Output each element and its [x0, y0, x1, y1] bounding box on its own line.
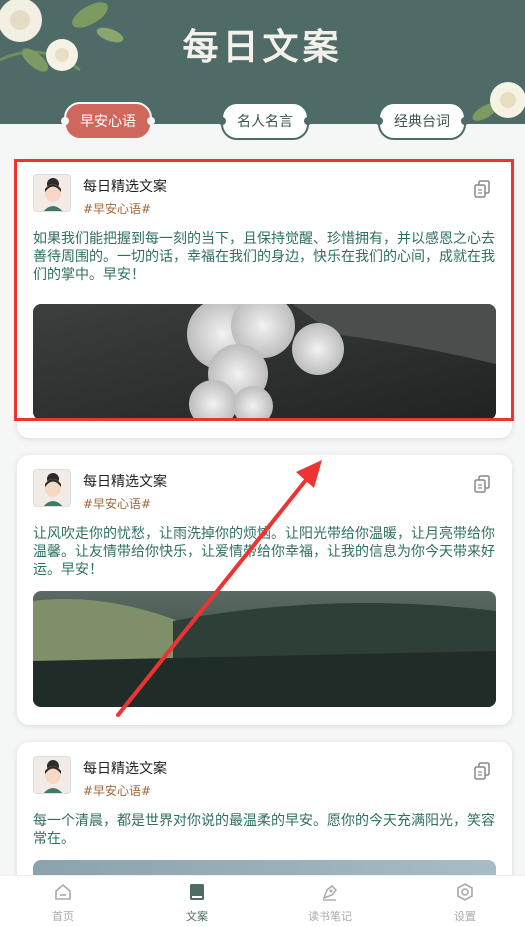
tab-notch: [61, 117, 69, 125]
copy-icon[interactable]: [474, 475, 490, 493]
tab-notch: [461, 117, 469, 125]
tab-notch: [147, 117, 155, 125]
quote-text: 每一个清晨，都是世界对你说的最温柔的早安。愿你的今天充满阳光，笑容常在。: [33, 813, 495, 847]
bottom-nav: 首页 文案 读书笔记 设置: [0, 875, 525, 927]
avatar: [33, 469, 71, 507]
quote-photo: [33, 304, 496, 420]
quote-text: 让风吹走你的忧愁，让雨洗掉你的烦恼。让阳光带给你温暖，让月亮带给你温馨。让友情带…: [33, 526, 495, 578]
tab-famous-quotes[interactable]: 名人名言: [218, 102, 312, 140]
quote-tag[interactable]: #早安心语#: [83, 782, 151, 799]
book-icon: [190, 884, 204, 900]
nav-label: 文案: [186, 910, 208, 923]
quote-text: 如果我们能把握到每一刻的当下，且保持觉醒、珍惜拥有，并以感恩之心去善待周围的。一…: [33, 231, 495, 283]
tab-notch: [375, 117, 383, 125]
tab-label: 早安心语: [80, 114, 136, 130]
flower-decoration-right: [472, 82, 525, 121]
avatar: [33, 174, 71, 212]
author-name: 每日精选文案: [83, 761, 167, 777]
tab-label: 经典台词: [394, 114, 450, 130]
copy-icon[interactable]: [474, 180, 490, 198]
quote-tag[interactable]: #早安心语#: [83, 495, 151, 512]
nav-label: 设置: [454, 910, 476, 923]
copy-icon[interactable]: [474, 762, 490, 780]
nav-label: 读书笔记: [308, 910, 352, 923]
quote-tag[interactable]: #早安心语#: [83, 200, 151, 217]
settings-icon: [457, 883, 473, 901]
pen-icon: [322, 884, 338, 901]
quote-card: 每日精选文案 #早安心语# 如果我们能把握到每一刻的当下，且保持觉醒、珍惜拥有，…: [17, 160, 512, 438]
nav-reading-notes[interactable]: 读书笔记: [270, 882, 390, 924]
tab-notch: [218, 117, 226, 125]
quote-card: 每日精选文案 #早安心语# 让风吹走你的忧愁，让雨洗掉你的烦恼。让阳光带给你温暖…: [17, 455, 512, 725]
author-name: 每日精选文案: [83, 474, 167, 490]
nav-settings[interactable]: 设置: [405, 882, 525, 924]
tab-classic-lines[interactable]: 经典台词: [375, 102, 469, 140]
tab-morning-quotes[interactable]: 早安心语: [61, 102, 155, 140]
author-name: 每日精选文案: [83, 179, 167, 195]
quote-photo: [33, 591, 496, 707]
avatar: [33, 756, 71, 794]
tab-label: 名人名言: [237, 114, 293, 130]
tab-notch: [304, 117, 312, 125]
nav-home[interactable]: 首页: [3, 882, 123, 924]
nav-label: 首页: [52, 910, 74, 923]
app-title: 每日文案: [182, 26, 343, 68]
nav-quotes[interactable]: 文案: [137, 882, 257, 924]
home-icon: [55, 883, 71, 900]
